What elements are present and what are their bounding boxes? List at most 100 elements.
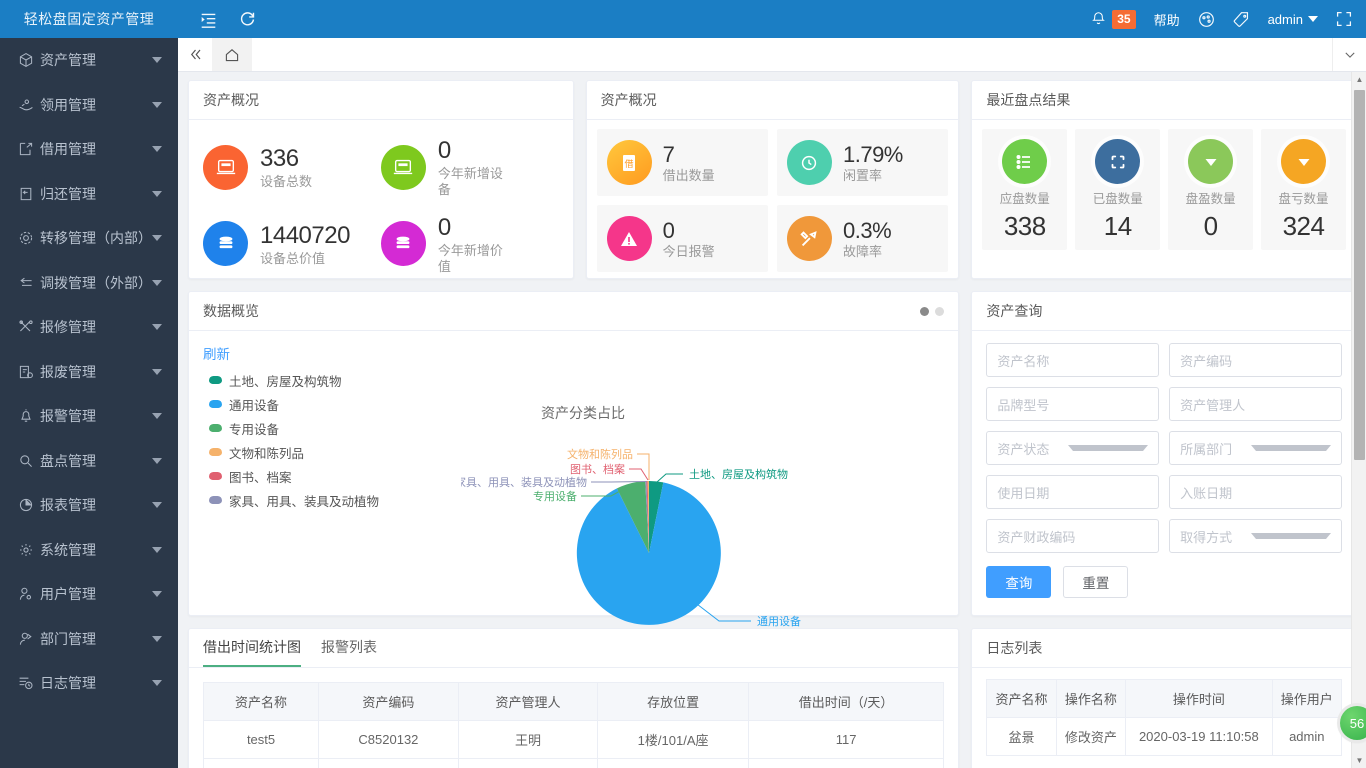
tab-more-button[interactable] (1332, 38, 1366, 71)
department-icon (18, 631, 40, 647)
field-placeholder: 资产财政编码 (997, 529, 1076, 545)
acquire-method-select[interactable]: 取得方式 (1169, 519, 1342, 553)
stat-counted: 已盘数量 14 (1075, 129, 1161, 250)
carousel-dots[interactable] (920, 306, 945, 316)
cell-operation: 修改资产 (1055, 717, 1127, 756)
stat-idle-rate: 1.79% 闲置率 (776, 129, 949, 196)
gear-icon (18, 542, 40, 558)
sidebar-item-13[interactable]: 部门管理 (0, 617, 178, 662)
card-body: 资产名称 资产编码 品牌型号 资产管理人 资产状态 所属部门 使用日期 入账日期… (972, 331, 1356, 610)
help-link[interactable]: 帮助 (1154, 10, 1180, 29)
table-header-row: 资产名称 资产编码 资产管理人 存放位置 借出时间（/天） (202, 682, 945, 721)
tab-borrow-duration-chart[interactable]: 借出时间统计图 (203, 629, 301, 667)
asset-status-select[interactable]: 资产状态 (986, 431, 1160, 465)
sidebar-item-5[interactable]: 调拨管理（外部） (0, 261, 178, 306)
card-header: 资产概况 (189, 81, 573, 120)
menu-fold-icon[interactable] (200, 11, 217, 28)
stat-value: 1.79% (842, 141, 903, 167)
card-header: 资产概况 (586, 81, 959, 120)
sidebar-item-label: 用户管理 (40, 586, 96, 603)
column-header: 资产名称 (202, 682, 320, 721)
notification-area[interactable]: 35 (1091, 9, 1136, 29)
stat-total-value: 1440720 设备总价值 (203, 213, 381, 276)
department-select[interactable]: 所属部门 (1169, 431, 1342, 465)
sidebar-item-label: 转移管理（内部） (40, 230, 152, 247)
theme-palette-icon[interactable] (1198, 11, 1215, 28)
field-placeholder: 品牌型号 (997, 397, 1050, 413)
sidebar-item-9[interactable]: 盘点管理 (0, 439, 178, 484)
tag-icon[interactable] (1233, 11, 1250, 28)
tables-row: 借出时间统计图 报警列表 资产名称 资产编码 资产管理人 存放位置 借出时间（/… (188, 628, 1357, 768)
field-placeholder: 使用日期 (997, 485, 1050, 501)
search-button[interactable]: 查询 (986, 566, 1052, 598)
entry-date-field[interactable]: 入账日期 (1169, 475, 1342, 509)
brand-model-field[interactable]: 品牌型号 (986, 387, 1160, 421)
card-title: 资产概况 (600, 92, 657, 108)
column-header: 存放位置 (597, 682, 749, 721)
refresh-icon[interactable] (239, 11, 256, 28)
stat-label: 今年新增设备 (437, 166, 503, 198)
user-menu[interactable]: admin (1268, 12, 1318, 27)
finance-code-field[interactable]: 资产财政编码 (986, 519, 1160, 553)
sidebar-item-4[interactable]: 转移管理（内部） (0, 216, 178, 261)
sidebar-item-0[interactable]: 资产管理 (0, 38, 178, 83)
table-row[interactable]: test5 C8520132 王明 1楼/101/A座 117 (202, 720, 945, 759)
legend-item-2[interactable]: 专用设备 (209, 416, 379, 440)
field-placeholder: 资产名称 (997, 353, 1050, 369)
sidebar-item-label: 日志管理 (40, 675, 96, 692)
chevron-down-icon (152, 591, 162, 598)
legend-item-3[interactable]: 文物和陈列品 (209, 440, 379, 464)
sidebar-item-11[interactable]: 系统管理 (0, 528, 178, 573)
legend-item-4[interactable]: 图书、档案 (209, 464, 379, 488)
stat-value: 0 (1203, 211, 1218, 241)
legend-color-swatch (209, 424, 222, 432)
sidebar-item-8[interactable]: 报警管理 (0, 394, 178, 439)
floating-green-badge[interactable]: 56 (1340, 706, 1366, 740)
sidebar-item-12[interactable]: 用户管理 (0, 572, 178, 617)
cell-operation-user: admin (1271, 717, 1343, 756)
table-row[interactable]: 盆景 000000098 王明 1楼/101/A座 87 (202, 758, 945, 768)
sidebar-item-2[interactable]: 借用管理 (0, 127, 178, 172)
chevron-down-icon (152, 680, 162, 687)
stat-value: 0 (437, 213, 451, 241)
bell-icon[interactable] (1091, 10, 1106, 29)
tab-alarm-list[interactable]: 报警列表 (321, 629, 377, 667)
sidebar-item-3[interactable]: 归还管理 (0, 172, 178, 217)
home-tab[interactable] (212, 38, 252, 71)
sidebar-item-10[interactable]: 报表管理 (0, 483, 178, 528)
stat-shortage: 盘亏数量 324 (1261, 129, 1346, 250)
collapse-tabs-button[interactable] (178, 38, 212, 71)
legend-label: 图书、档案 (229, 470, 292, 485)
legend-item-5[interactable]: 家具、用具、装具及动植物 (209, 488, 379, 512)
sidebar-item-14[interactable]: 日志管理 (0, 661, 178, 706)
carousel-dot-0[interactable] (920, 306, 930, 316)
reset-button[interactable]: 重置 (1063, 566, 1129, 598)
asset-code-field[interactable]: 资产编码 (1169, 343, 1342, 377)
page-scrollbar[interactable]: ▲ ▼ 56 (1340, 72, 1366, 768)
stat-text: 0 今日报警 (663, 217, 715, 261)
table-row[interactable]: 盆景 修改资产 2020-03-19 11:10:58 admin (986, 717, 1343, 756)
asset-name-field[interactable]: 资产名称 (986, 343, 1160, 377)
stat-value: 336 (260, 145, 299, 173)
scroll-up-arrow[interactable]: ▲ (1352, 72, 1366, 87)
legend-item-1[interactable]: 通用设备 (209, 392, 379, 416)
chevron-down-icon (152, 635, 162, 642)
scrollbar-thumb[interactable] (1354, 90, 1365, 460)
clock-icon (786, 140, 832, 185)
refresh-link[interactable]: 刷新 (203, 343, 230, 363)
sidebar-item-6[interactable]: 报修管理 (0, 305, 178, 350)
sidebar-item-7[interactable]: 报废管理 (0, 350, 178, 395)
stat-grid: 336 设备总数 0 今年新增设备 1440720 设备总价值 0 今年新增价值 (203, 136, 559, 275)
sidebar-item-1[interactable]: 领用管理 (0, 83, 178, 128)
tools-icon (786, 216, 832, 261)
sidebar[interactable]: 资产管理 领用管理 借用管理 归还管理 转移管理（内部） 调拨管理（外部） 报修… (0, 38, 178, 768)
notification-badge[interactable]: 35 (1112, 9, 1136, 29)
carousel-dot-1[interactable] (935, 306, 945, 316)
fullscreen-icon[interactable] (1336, 11, 1352, 27)
asset-manager-field[interactable]: 资产管理人 (1169, 387, 1342, 421)
cell-asset-name: test5 (202, 720, 320, 759)
legend-item-0[interactable]: 土地、房屋及构筑物 (209, 368, 379, 392)
scroll-down-arrow[interactable]: ▼ (1352, 753, 1366, 768)
use-date-field[interactable]: 使用日期 (986, 475, 1160, 509)
sidebar-item-label: 领用管理 (40, 96, 96, 113)
